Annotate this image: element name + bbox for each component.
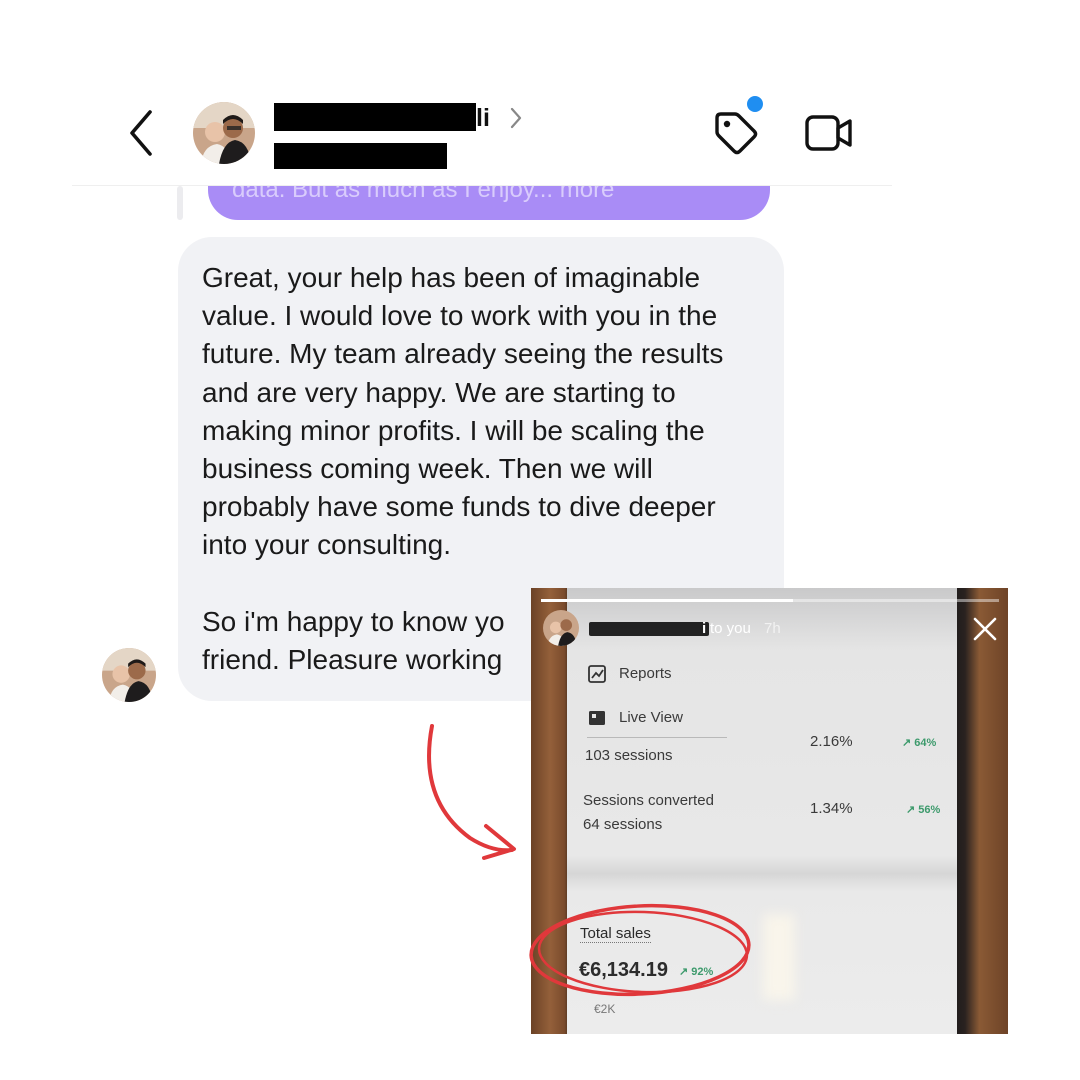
total-sales-change: ↗ 92%: [679, 966, 714, 978]
previous-message-area: data. But as much as I enjoy... more: [0, 186, 1080, 226]
axis-tick-2k: €2K: [594, 1002, 616, 1016]
previous-message-bubble[interactable]: data. But as much as I enjoy... more: [208, 186, 770, 220]
avatar-photo: [102, 648, 156, 702]
username-redaction: [274, 143, 447, 169]
tag-icon: [715, 112, 758, 155]
chevron-left-icon: [130, 110, 152, 156]
chevron-right-icon[interactable]: [508, 106, 524, 130]
video-camera-icon: [805, 115, 852, 151]
contact-name-suffix[interactable]: li: [476, 104, 490, 133]
story-to-you: to you: [710, 620, 751, 637]
name-redaction: [274, 103, 476, 131]
story-time: 7h: [764, 620, 781, 637]
contact-avatar[interactable]: [193, 102, 255, 164]
notification-dot: [747, 96, 763, 112]
row-2-sessions: 64 sessions: [583, 816, 663, 833]
story-progress-fill: [541, 599, 793, 602]
back-button[interactable]: [122, 108, 162, 158]
menu-item-reports: Reports: [619, 665, 672, 682]
row-1-sessions: 103 sessions: [585, 747, 673, 764]
story-sender-suffix: i: [702, 620, 707, 637]
row-2-value: 1.34%: [810, 800, 853, 817]
reports-icon: [588, 665, 606, 683]
story-close-button[interactable]: [972, 616, 998, 642]
total-sales-value: €6,134.19: [579, 959, 668, 981]
menu-item-live-view: Live View: [619, 709, 683, 726]
row-divider: [587, 737, 727, 738]
story-progress-bar: [541, 599, 999, 602]
row-1-change: ↗ 64%: [902, 737, 937, 749]
sender-name-redaction: [589, 622, 709, 636]
previous-message-text: data. But as much as I enjoy... more: [232, 186, 615, 203]
tag-button[interactable]: [709, 108, 761, 160]
row-1-value: 2.16%: [810, 733, 853, 750]
row-2-label: Sessions converted: [583, 792, 714, 809]
avatar-photo: [193, 102, 255, 164]
total-sales-label: Total sales: [580, 925, 651, 943]
light-glare: [763, 914, 795, 1000]
message-paragraph: Great, your help has been of imaginable …: [202, 262, 724, 561]
chat-header: li: [0, 0, 1080, 186]
video-call-button[interactable]: [804, 112, 854, 154]
reply-indicator-line: [177, 186, 183, 220]
close-icon: [973, 617, 997, 641]
row-2-change: ↗ 56%: [906, 804, 941, 816]
live-view-icon: [589, 711, 605, 725]
sender-avatar[interactable]: [102, 648, 156, 702]
story-sender-avatar[interactable]: [543, 610, 579, 646]
avatar-photo: [543, 610, 579, 646]
story-screenshot[interactable]: i to you 7h Reports Live View 103 sessio…: [531, 588, 1008, 1034]
